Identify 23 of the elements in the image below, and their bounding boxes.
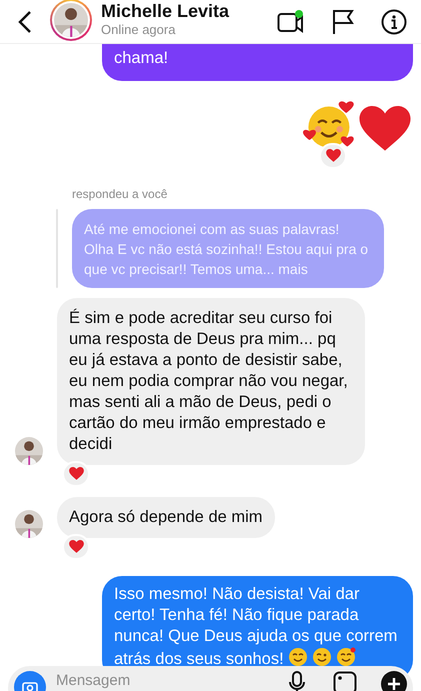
heart-icon xyxy=(68,467,84,481)
reaction-badge[interactable] xyxy=(319,143,347,169)
microphone-icon[interactable] xyxy=(289,671,305,691)
avatar-ring[interactable] xyxy=(50,0,92,40)
smiling-face-icon xyxy=(288,647,308,667)
winking-face-icon xyxy=(312,647,332,667)
info-icon[interactable] xyxy=(381,8,407,34)
received-message: Agora só depende de mim xyxy=(57,497,275,538)
hearts-face-icon xyxy=(336,647,356,667)
online-status: Online agora xyxy=(101,22,176,38)
contact-name: Michelle Levita xyxy=(101,0,230,22)
back-icon[interactable] xyxy=(18,10,32,34)
heart-icon xyxy=(326,149,340,163)
flag-icon[interactable] xyxy=(332,8,354,34)
heart-icon xyxy=(359,106,411,153)
reply-label: respondeu a você xyxy=(72,186,168,203)
heart-icon xyxy=(68,540,84,554)
plus-icon[interactable] xyxy=(381,671,407,691)
video-call-icon[interactable] xyxy=(277,8,305,34)
image-icon[interactable] xyxy=(333,671,357,691)
received-message: É sim e pode acreditar seu curso foi uma resposta de Deus pra mim... pq eu já estava a ponto de desistir sabe, eu nem podia comprar não vou negar, mas senti ali a mão de Deus, pedi o cartão do meu irmão emprestado e decidi xyxy=(57,298,365,465)
quoted-message[interactable]: Até me emocionei com as suas palavras! Olha E vc não está sozinha!! Estou aqui pra o que vc precisar!! Temos uma... mais xyxy=(72,209,384,288)
camera-icon xyxy=(22,680,38,691)
